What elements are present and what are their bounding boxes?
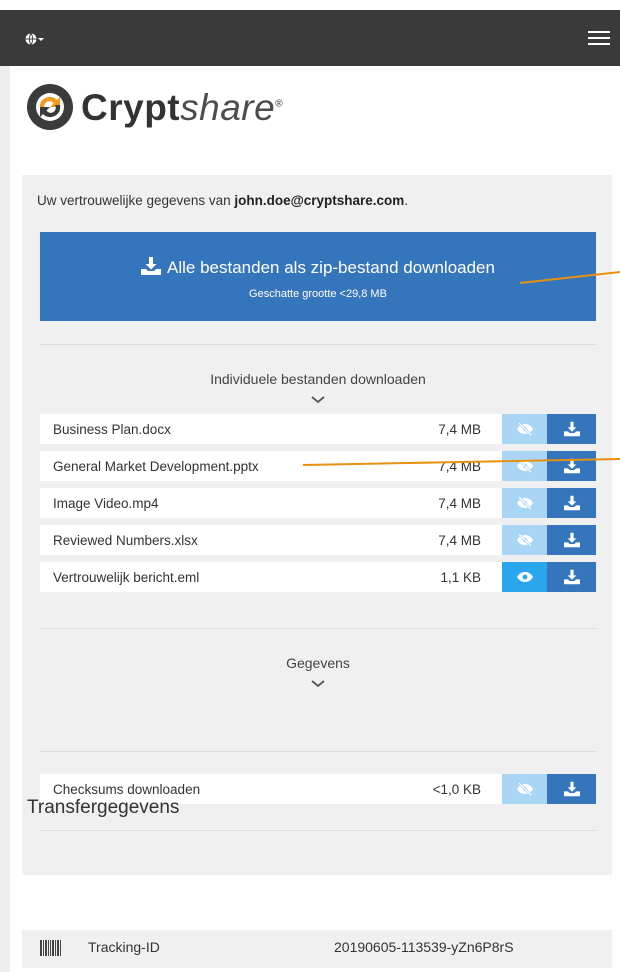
barcode-icon bbox=[40, 940, 61, 956]
preview-button[interactable] bbox=[502, 488, 547, 518]
tracking-row: Tracking-ID 20190605-113539-yZn6P8rS bbox=[22, 930, 612, 968]
download-button[interactable] bbox=[547, 414, 596, 444]
side-shadow bbox=[0, 66, 10, 972]
checksums-size: <1,0 KB bbox=[432, 782, 481, 797]
file-row: General Market Development.pptx 7,4 MB bbox=[40, 451, 596, 481]
file-size: 1,1 KB bbox=[440, 570, 481, 585]
intro-text: Uw vertrouwelijke gegevens van john.doe@… bbox=[37, 193, 409, 208]
download-button[interactable] bbox=[547, 774, 596, 804]
download-icon bbox=[563, 421, 580, 437]
download-icon bbox=[563, 495, 580, 511]
checksums-label: Checksums downloaden bbox=[53, 782, 201, 797]
preview-button[interactable] bbox=[502, 525, 547, 555]
download-button[interactable] bbox=[547, 488, 596, 518]
details-title: Gegevens bbox=[286, 655, 350, 671]
divider bbox=[40, 344, 596, 345]
file-name: Vertrouwelijk bericht.eml bbox=[53, 570, 200, 585]
download-icon bbox=[563, 569, 580, 585]
transfer-details-title: Transfergegevens bbox=[27, 797, 180, 818]
language-selector[interactable] bbox=[24, 29, 44, 49]
file-row: Business Plan.docx 7,4 MB bbox=[40, 414, 596, 444]
divider bbox=[40, 830, 596, 831]
file-name: General Market Development.pptx bbox=[53, 459, 259, 474]
file-row: Image Video.mp4 7,4 MB bbox=[40, 488, 596, 518]
file-row: Reviewed Numbers.xlsx 7,4 MB bbox=[40, 525, 596, 555]
cryptshare-logo-icon bbox=[27, 84, 73, 130]
eye-slash-icon bbox=[516, 422, 533, 436]
cryptshare-logo: Cryptshare® bbox=[25, 82, 283, 132]
chevron-down-icon[interactable] bbox=[311, 396, 325, 404]
preview-button[interactable] bbox=[502, 562, 547, 592]
preview-button[interactable] bbox=[502, 414, 547, 444]
file-name: Image Video.mp4 bbox=[53, 496, 159, 511]
download-button[interactable] bbox=[547, 451, 596, 481]
preview-button[interactable] bbox=[502, 451, 547, 481]
globe-icon bbox=[25, 33, 44, 45]
individual-files-title: Individuele bestanden downloaden bbox=[210, 371, 426, 387]
file-name: Business Plan.docx bbox=[53, 422, 171, 437]
download-button[interactable] bbox=[547, 562, 596, 592]
chevron-down-icon[interactable] bbox=[311, 680, 325, 688]
download-panel-continued bbox=[22, 715, 612, 775]
eye-slash-icon bbox=[516, 533, 533, 547]
caret-down-icon bbox=[38, 38, 44, 41]
preview-button[interactable] bbox=[502, 774, 547, 804]
file-name: Reviewed Numbers.xlsx bbox=[53, 533, 198, 548]
sender-email: john.doe@cryptshare.com bbox=[234, 193, 405, 208]
download-icon bbox=[563, 781, 580, 797]
download-icon bbox=[563, 458, 580, 474]
file-size: 7,4 MB bbox=[438, 422, 481, 437]
top-navigation-bar bbox=[0, 10, 620, 66]
eye-icon bbox=[516, 572, 533, 582]
download-all-zip-button[interactable]: Alle bestanden als zip-bestand downloade… bbox=[40, 232, 596, 321]
download-icon bbox=[563, 532, 580, 548]
eye-slash-icon bbox=[516, 496, 533, 510]
eye-slash-icon bbox=[516, 459, 533, 473]
download-icon bbox=[141, 257, 162, 275]
menu-button[interactable] bbox=[588, 28, 610, 48]
eye-slash-icon bbox=[516, 782, 533, 796]
file-size: 7,4 MB bbox=[438, 533, 481, 548]
tracking-id-value: 20190605-113539-yZn6P8rS bbox=[334, 939, 514, 955]
file-row: Vertrouwelijk bericht.eml 1,1 KB bbox=[40, 562, 596, 592]
file-size: 7,4 MB bbox=[438, 496, 481, 511]
download-button[interactable] bbox=[547, 525, 596, 555]
file-size: 7,4 MB bbox=[438, 459, 481, 474]
hamburger-icon bbox=[588, 31, 610, 33]
tracking-id-label: Tracking-ID bbox=[88, 939, 160, 955]
divider bbox=[40, 751, 596, 752]
divider bbox=[40, 628, 596, 629]
